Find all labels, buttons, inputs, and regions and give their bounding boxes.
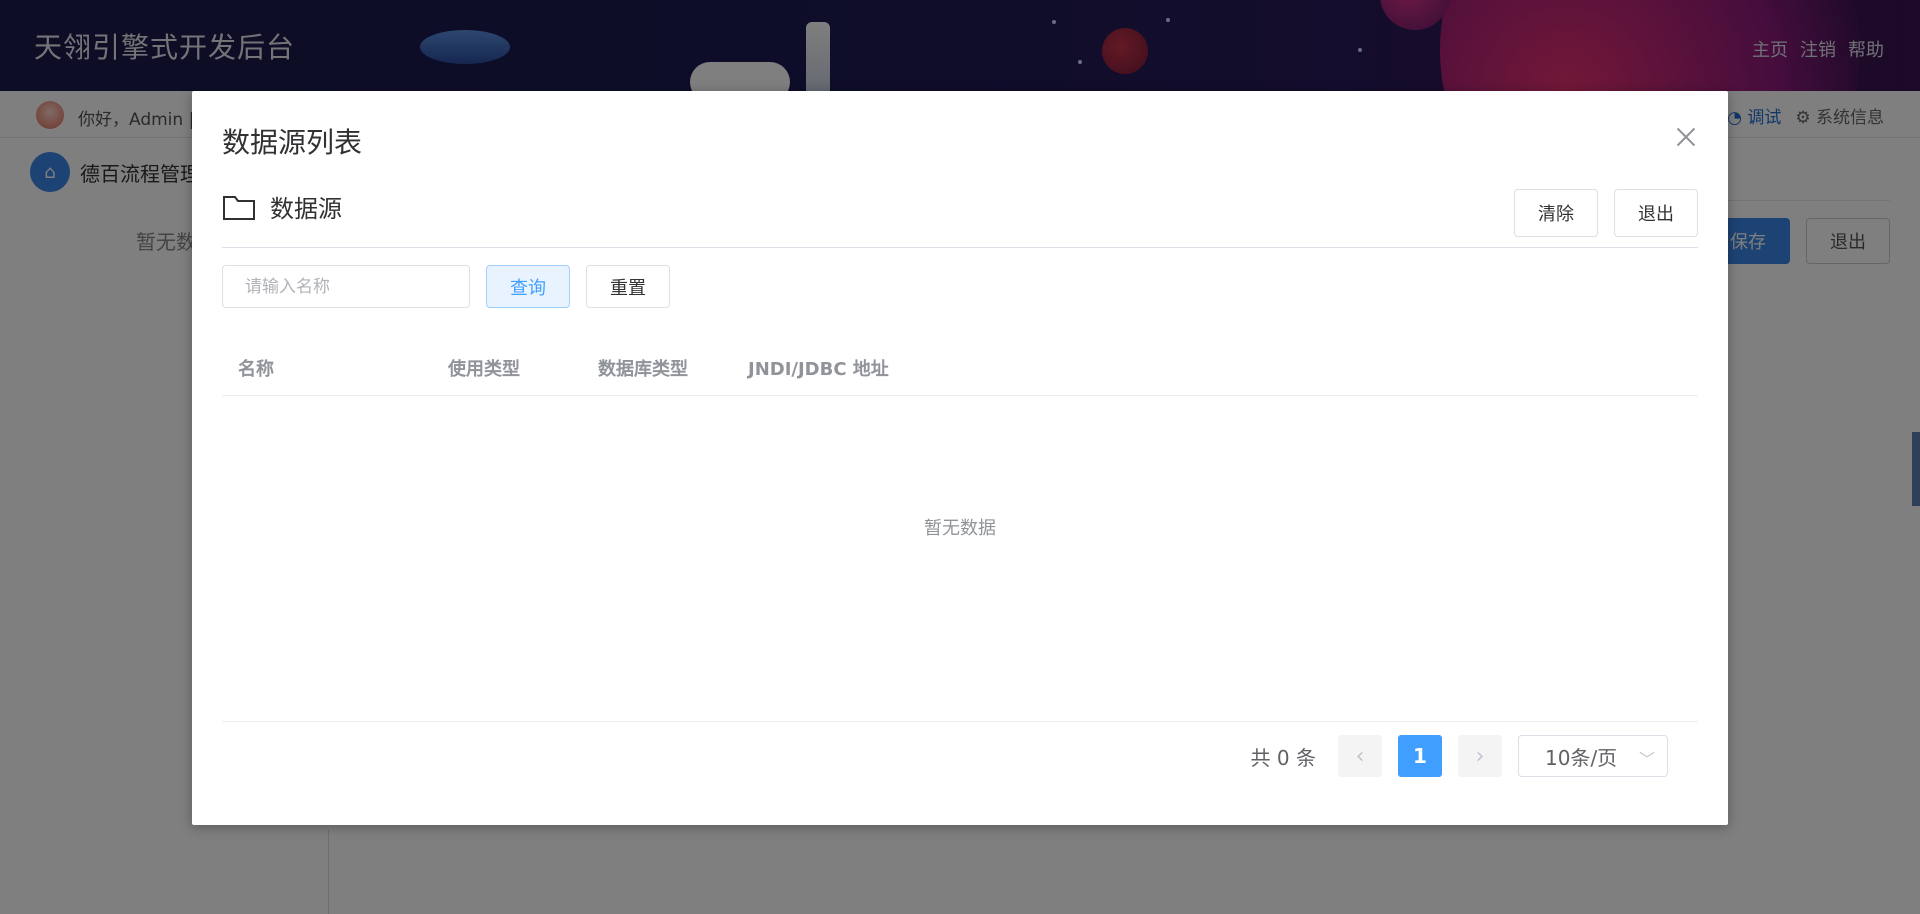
page-size-value: 10条/页	[1545, 745, 1618, 770]
dialog-title: 数据源列表	[222, 126, 363, 159]
table-header: 名称 使用类型 数据库类型 JNDI/JDBC 地址	[222, 341, 1698, 396]
divider	[222, 247, 1698, 248]
chevron-left-icon: ‹	[1355, 743, 1365, 769]
page-size-select[interactable]: 10条/页 ﹀	[1518, 735, 1668, 777]
table-body: 暂无数据	[222, 396, 1698, 722]
prev-page-button[interactable]: ‹	[1338, 735, 1382, 777]
pagination-total: 共 0 条	[1250, 745, 1316, 770]
clear-button[interactable]: 清除	[1514, 189, 1598, 237]
chevron-right-icon: ›	[1475, 743, 1485, 769]
empty-state-text: 暂无数据	[924, 518, 996, 539]
name-search-input[interactable]	[222, 265, 470, 308]
search-row: 查询 重置	[222, 265, 670, 308]
column-header-db-type[interactable]: 数据库类型	[582, 355, 732, 381]
folder-icon	[222, 193, 256, 221]
next-page-button[interactable]: ›	[1458, 735, 1502, 777]
pagination: 共 0 条 ‹ 1 › 10条/页 ﹀	[1251, 735, 1668, 777]
reset-button[interactable]: 重置	[586, 265, 670, 308]
chevron-down-icon: ﹀	[1638, 750, 1655, 769]
section-header: 数据源	[222, 189, 342, 224]
close-icon[interactable]	[1674, 125, 1698, 149]
section-title: 数据源	[270, 195, 342, 223]
query-button[interactable]: 查询	[486, 265, 570, 308]
dialog-exit-button[interactable]: 退出	[1614, 189, 1698, 237]
column-header-usage-type[interactable]: 使用类型	[432, 355, 582, 381]
column-header-address[interactable]: JNDI/JDBC 地址	[732, 355, 1032, 381]
column-header-name[interactable]: 名称	[222, 355, 432, 381]
page-number-current[interactable]: 1	[1398, 735, 1442, 777]
datasource-table: 名称 使用类型 数据库类型 JNDI/JDBC 地址 暂无数据	[222, 341, 1698, 723]
header-buttons: 清除 退出	[1514, 189, 1698, 237]
datasource-dialog: 数据源列表 数据源 清除 退出 查询 重置 名称 使用类型 数据库类型 JNDI…	[192, 91, 1728, 825]
